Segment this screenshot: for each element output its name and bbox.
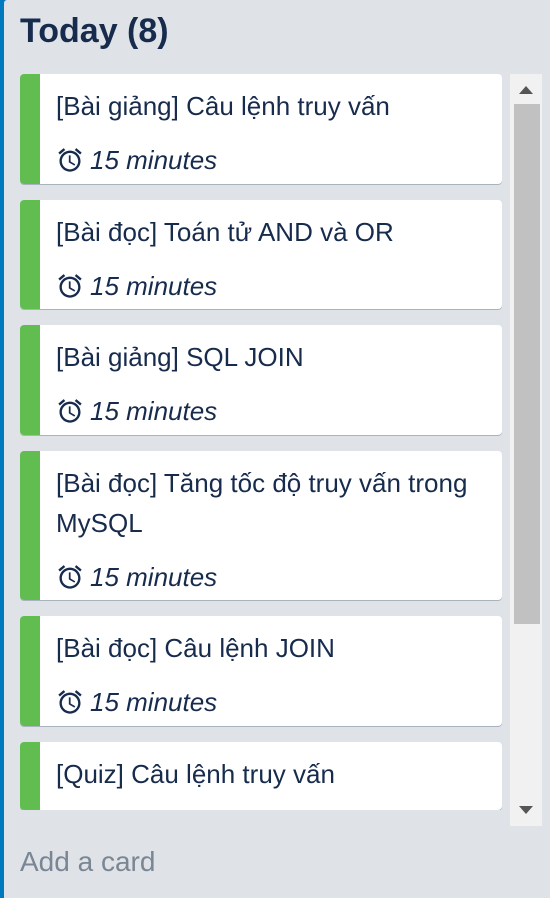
card-label-stripe xyxy=(20,616,40,726)
card[interactable]: [Quiz] Câu lệnh truy vấn xyxy=(20,742,502,810)
list-title[interactable]: Today (8) xyxy=(20,12,169,51)
card-title: [Bài đọc] Tăng tốc độ truy vấn trong MyS… xyxy=(56,468,468,538)
card-duration: 15 minutes xyxy=(56,561,217,593)
card-duration: 15 minutes xyxy=(56,686,217,718)
list-panel: Today (8) [Bài giảng] Câu lệnh truy vấn … xyxy=(4,0,550,898)
card[interactable]: [Bài giảng] SQL JOIN 15 minutes xyxy=(20,325,502,435)
card-duration: 15 minutes xyxy=(56,144,217,176)
card-label-stripe xyxy=(20,451,40,600)
card-label-stripe xyxy=(20,742,40,810)
scroll-down-arrow-icon[interactable] xyxy=(519,806,533,814)
duration-text: 15 minutes xyxy=(90,561,218,592)
card-title: [Bài giảng] SQL JOIN xyxy=(56,342,304,372)
duration-text: 15 minutes xyxy=(90,270,218,301)
card[interactable]: [Bài đọc] Tăng tốc độ truy vấn trong MyS… xyxy=(20,451,502,600)
duration-text: 15 minutes xyxy=(90,144,218,175)
alarm-clock-icon xyxy=(58,274,82,298)
card[interactable]: [Bài giảng] Câu lệnh truy vấn 15 minutes xyxy=(20,74,502,184)
card-label-stripe xyxy=(20,325,40,435)
card-duration: 15 minutes xyxy=(56,395,217,427)
scrollbar-thumb[interactable] xyxy=(514,104,540,624)
card-duration: 15 minutes xyxy=(56,270,217,302)
alarm-clock-icon xyxy=(58,690,82,714)
alarm-clock-icon xyxy=(58,399,82,423)
card[interactable]: [Bài đọc] Toán tử AND và OR 15 minutes xyxy=(20,200,502,309)
card-title: [Bài đọc] Câu lệnh JOIN xyxy=(56,633,335,663)
add-card-button[interactable]: Add a card xyxy=(20,846,155,878)
card[interactable]: [Bài đọc] Câu lệnh JOIN 15 minutes xyxy=(20,616,502,726)
card-title: [Bài đọc] Toán tử AND và OR xyxy=(56,217,394,247)
duration-text: 15 minutes xyxy=(90,686,218,717)
card-label-stripe xyxy=(20,74,40,184)
vertical-scrollbar[interactable] xyxy=(510,74,542,826)
card-label-stripe xyxy=(20,200,40,309)
alarm-clock-icon xyxy=(58,565,82,589)
card-title: [Quiz] Câu lệnh truy vấn xyxy=(56,759,335,789)
duration-text: 15 minutes xyxy=(90,395,218,426)
card-list: [Bài giảng] Câu lệnh truy vấn 15 minutes… xyxy=(20,74,502,810)
alarm-clock-icon xyxy=(58,148,82,172)
scroll-up-arrow-icon[interactable] xyxy=(519,86,533,94)
card-title: [Bài giảng] Câu lệnh truy vấn xyxy=(56,91,390,121)
